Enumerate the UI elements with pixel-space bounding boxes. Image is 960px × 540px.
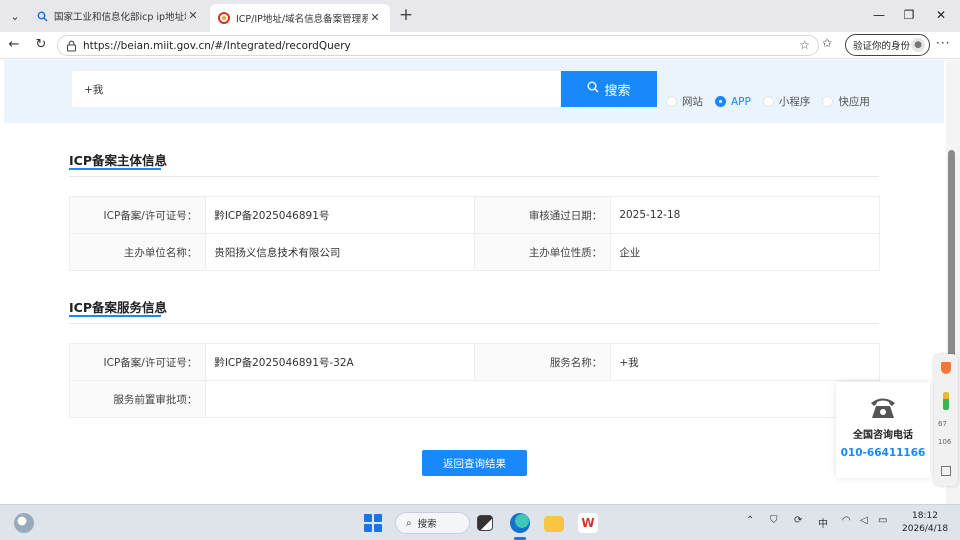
back-to-results-button[interactable]: 返回查询结果 [422,450,527,476]
lock-icon [66,40,78,52]
field-label: ICP备案/许可证号： [68,196,207,234]
widget-stat: 106 [938,438,952,446]
tab-strip: ⌄ 国家工业和信息化部icp ip地址域名 ✕ ICP/IP地址/域名信息备案管… [0,0,960,32]
edge-browser-icon[interactable] [510,513,530,533]
window-close-icon[interactable]: ✕ [926,4,956,26]
radio-quick-app[interactable]: 快应用 [822,94,870,109]
subject-section-title: ICP备案主体信息 [69,153,167,168]
wifi-icon[interactable]: ◠ [842,515,851,526]
section-divider [69,323,879,324]
radio-app[interactable]: APP [715,96,751,108]
radio-website[interactable]: 网站 [666,94,703,109]
radio-dot [666,96,677,107]
task-view-icon[interactable] [477,515,493,531]
tab-close-icon[interactable]: ✕ [368,11,382,25]
tab-actions-chevron-icon[interactable]: ⌄ [4,5,26,27]
tab-miit-search[interactable]: 国家工业和信息化部icp ip地址域名 ✕ [28,4,208,28]
search-favicon-icon [36,10,48,22]
tray-sync-icon[interactable]: ⟳ [794,515,802,526]
field-label: 主办单位性质： [473,233,612,271]
field-value: +我 [610,343,880,381]
table-row: 主办单位名称： 贵阳扬义信息技术有限公司 主办单位性质： 企业 [68,233,880,271]
miit-favicon-icon [218,12,230,24]
search-icon: ⌕ [406,517,412,529]
field-value: 黔ICP备2025046891号 [205,196,475,234]
tab-icp-system[interactable]: ICP/IP地址/域名信息备案管理系统 ✕ [210,4,390,32]
tab-title: 国家工业和信息化部icp ip地址域名 [54,12,186,23]
browser-toolbar: ← ↻ https://beian.miit.gov.cn/#/Integrat… [0,32,960,59]
field-value: 企业 [610,233,880,271]
url-text: https://beian.miit.gov.cn/#/Integrated/r… [83,39,351,52]
subject-info-table: ICP备案/许可证号： 黔ICP备2025046891号 审核通过日期： 202… [68,196,880,271]
side-widget[interactable]: 67 106 [934,354,958,486]
field-label: ICP备案/许可证号： [68,343,207,381]
taskbar-search[interactable]: ⌕ 搜索 [395,512,470,534]
volume-icon[interactable]: ◁ [860,515,868,526]
address-bar[interactable]: https://beian.miit.gov.cn/#/Integrated/r… [57,35,819,56]
search-button-label: 搜索 [604,83,631,99]
new-tab-button[interactable]: + [395,5,417,27]
taskbar-clock[interactable]: 18:12 2026/4/18 [902,510,948,536]
field-value: 贵阳扬义信息技术有限公司 [205,233,475,271]
field-value: 2025-12-18 [610,196,880,234]
weather-icon[interactable] [14,513,34,533]
section-title-underline [69,168,161,170]
battery-icon[interactable]: ▭ [878,515,887,526]
minimize-icon[interactable]: — [864,4,894,26]
consult-label: 全国咨询电话 [853,430,913,441]
consult-phone-card[interactable]: 全国咨询电话 010-66411166 [836,382,930,478]
maximize-icon[interactable]: ❐ [894,4,924,26]
shield-icon [941,362,951,374]
clock-time: 18:12 [912,511,938,521]
network-bar-icon [943,392,949,410]
search-input[interactable] [72,71,560,107]
table-row: 服务前置审批项： [68,380,880,418]
radio-dot [715,96,726,107]
service-section-title: ICP备案服务信息 [69,300,167,315]
tab-close-icon[interactable]: ✕ [186,9,200,23]
profile-button[interactable]: 验证你的身份 ● [845,34,930,56]
search-button[interactable]: 搜索 [561,71,657,107]
radio-mini-program[interactable]: 小程序 [762,94,810,109]
profile-label: 验证你的身份 [853,41,911,52]
service-info-table: ICP备案/许可证号： 黔ICP备2025046891号-32A 服务名称： +… [68,343,880,418]
avatar-icon: ● [911,38,925,52]
field-label: 服务名称： [473,343,612,381]
section-title-underline [69,315,161,317]
search-icon [587,81,599,97]
clock-date: 2026/4/18 [902,524,949,534]
record-type-radio-group: 网站 APP 小程序 快应用 [666,94,882,109]
radio-dot [762,96,774,107]
tray-shield-icon[interactable]: ⛉ [770,515,778,526]
favorite-star-icon[interactable]: ☆ [799,38,810,52]
widget-stat: 67 [938,420,947,428]
table-row: ICP备案/许可证号： 黔ICP备2025046891号-32A 服务名称： +… [68,343,880,381]
favorites-icon[interactable]: ✩ [822,36,832,50]
wps-office-icon[interactable]: W [578,513,598,533]
refresh-icon[interactable]: ↻ [31,35,51,55]
screenshot-icon [941,466,951,476]
tray-chevron-up-icon[interactable]: ⌃ [746,515,754,526]
file-explorer-icon[interactable] [544,516,564,532]
back-arrow-icon[interactable]: ← [4,35,24,55]
field-value [205,380,880,418]
field-label: 主办单位名称： [68,233,207,271]
table-row: ICP备案/许可证号： 黔ICP备2025046891号 审核通过日期： 202… [68,196,880,234]
page-content: 搜索 网站 APP 小程序 快应用 ICP备案主体信息 ICP备案/许可证号： … [0,60,946,504]
tab-title: ICP/IP地址/域名信息备案管理系统 [236,14,368,25]
field-label: 审核通过日期： [473,196,612,234]
radio-dot [822,96,834,107]
field-label: 服务前置审批项： [68,380,207,418]
ime-indicator[interactable]: 中 [818,515,828,530]
section-divider [69,176,879,177]
windows-start-icon[interactable] [364,514,382,532]
taskbar-search-label: 搜索 [417,519,437,530]
field-value: 黔ICP备2025046891号-32A [205,343,475,381]
telephone-icon [871,398,895,418]
taskbar: ⌕ 搜索 W ⌃ ⛉ ⟳ 中 ◠ ◁ ▭ 18:12 2026/4/18 [0,504,960,540]
more-options-icon[interactable]: ··· [936,36,950,50]
consult-number: 010-66411166 [840,447,926,459]
